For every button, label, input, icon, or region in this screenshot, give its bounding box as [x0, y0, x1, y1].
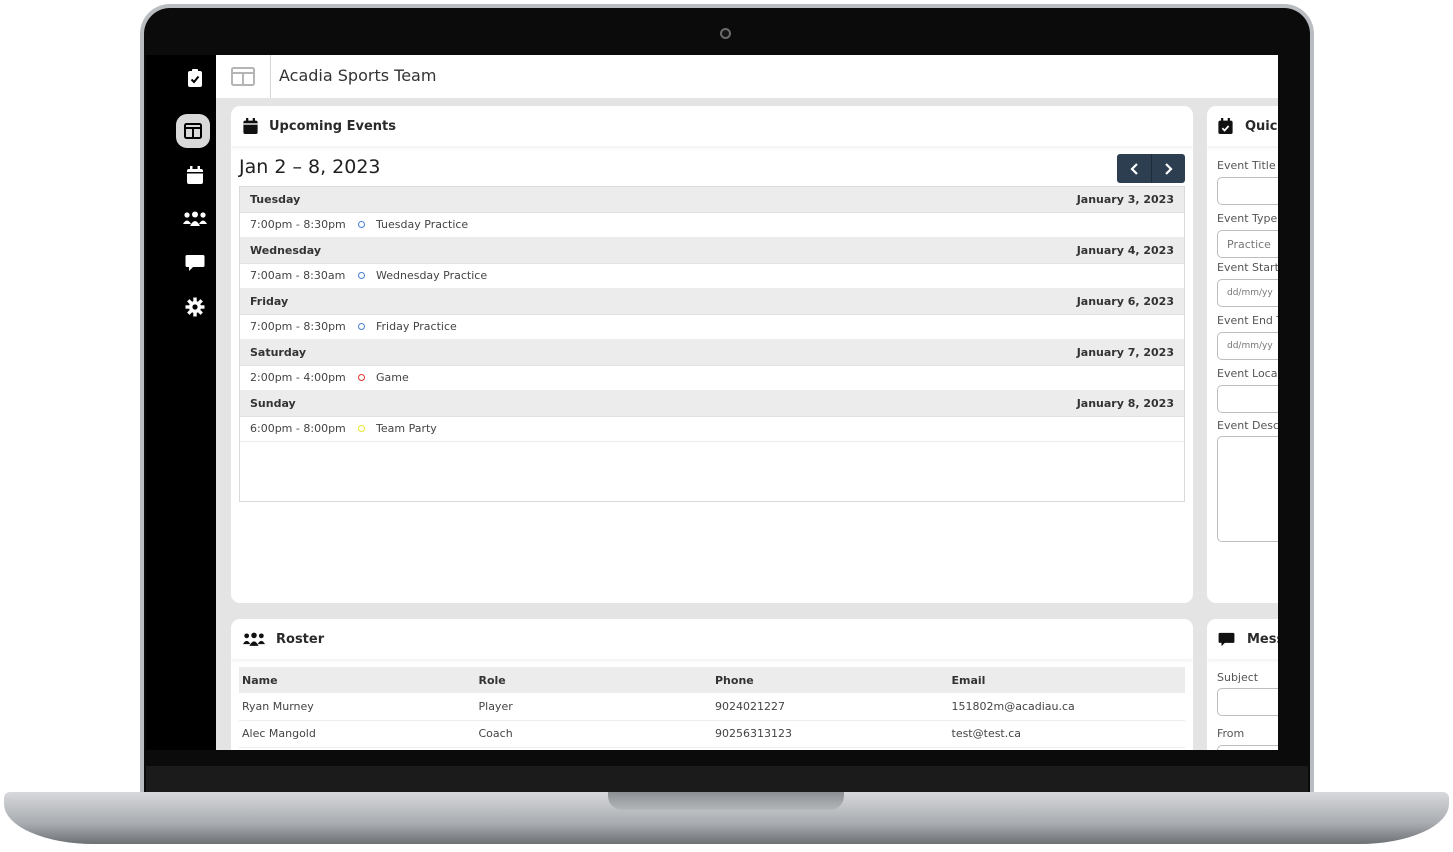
layout-icon — [231, 67, 255, 86]
event-row[interactable]: 7:00pm - 8:30pm Tuesday Practice — [240, 212, 1184, 238]
prev-week-button[interactable] — [1117, 154, 1151, 183]
team-icon[interactable] — [180, 204, 210, 234]
card-title: Mess — [1247, 631, 1278, 647]
event-location-label: Event Loca — [1217, 367, 1278, 380]
column-header: Role — [475, 667, 712, 693]
table-header-row: Name Role Phone Email — [239, 667, 1185, 693]
column-header: Name — [239, 667, 476, 693]
event-row[interactable]: 2:00pm - 4:00pm Game — [240, 365, 1184, 391]
event-location-input[interactable] — [1217, 385, 1278, 413]
roster-table: Name Role Phone Email Ryan Murney Player… — [239, 667, 1185, 748]
day-header: Wednesday January 4, 2023 — [240, 238, 1184, 264]
sidebar-toggle-button[interactable] — [216, 55, 271, 98]
column-header: Email — [948, 667, 1185, 693]
card-title: Upcoming Events — [269, 118, 396, 134]
from-label: From — [1217, 727, 1245, 740]
roster-card: Roster Name Role Phone Email Ryan Murney… — [231, 619, 1193, 750]
card-header: Quicl — [1207, 106, 1278, 146]
calendar-icon — [243, 118, 258, 134]
event-row[interactable]: 7:00am - 8:30am Wednesday Practice — [240, 263, 1184, 289]
event-type-label: Event Type — [1217, 212, 1278, 225]
chevron-right-icon — [1165, 162, 1173, 175]
event-title-input[interactable] — [1217, 177, 1278, 205]
day-header: Friday January 6, 2023 — [240, 289, 1184, 315]
table-row[interactable]: Ryan Murney Player 9024021227 151802m@ac… — [239, 693, 1185, 721]
card-title: Roster — [276, 631, 325, 647]
quick-add-card: Quicl Event Title Event Type Practice Ev… — [1207, 106, 1278, 603]
event-start-input[interactable]: dd/mm/yy — [1217, 279, 1278, 307]
webcam-icon — [720, 28, 731, 39]
messages-card: Mess Subject From — [1207, 619, 1278, 750]
event-row[interactable]: 7:00pm - 8:30pm Friday Practice — [240, 314, 1184, 340]
event-type-select[interactable]: Practice — [1217, 230, 1278, 258]
event-end-input[interactable]: dd/mm/yy — [1217, 332, 1278, 360]
day-header: Tuesday January 3, 2023 — [240, 187, 1184, 213]
event-dot — [358, 221, 365, 229]
chevron-left-icon — [1129, 162, 1138, 175]
chat-icon[interactable] — [180, 248, 210, 278]
dashboard-icon[interactable] — [176, 114, 210, 148]
date-range: Jan 2 – 8, 2023 — [239, 156, 381, 178]
card-header: Upcoming Events — [231, 106, 1193, 146]
from-input[interactable] — [1217, 745, 1278, 750]
event-dot — [358, 374, 365, 382]
subject-label: Subject — [1217, 671, 1259, 684]
sidebar — [146, 55, 216, 750]
top-bar: Acadia Sports Team — [216, 55, 1278, 98]
card-header: Mess — [1207, 619, 1278, 659]
day-header: Saturday January 7, 2023 — [240, 340, 1184, 366]
event-row[interactable]: 6:00pm - 8:00pm Team Party — [240, 416, 1184, 442]
card-title: Quicl — [1245, 118, 1278, 134]
table-row[interactable]: Alec Mangold Coach 90256313123 test@test… — [239, 720, 1185, 748]
week-navigation — [1117, 154, 1185, 183]
day-header: Sunday January 8, 2023 — [240, 391, 1184, 417]
event-dot — [358, 425, 365, 433]
subject-input[interactable] — [1217, 688, 1278, 716]
clipboard-check-icon[interactable] — [180, 63, 210, 93]
page-title: Acadia Sports Team — [279, 66, 437, 85]
calendar-check-icon — [1218, 118, 1233, 134]
upcoming-events-card: Upcoming Events Jan 2 – 8, 2023 Tuesday J… — [231, 106, 1193, 603]
card-header: Roster — [231, 619, 1193, 659]
team-icon — [243, 632, 265, 646]
chat-icon — [1218, 632, 1235, 646]
laptop-chin — [146, 766, 1308, 794]
gear-icon[interactable] — [180, 292, 210, 322]
event-title-label: Event Title — [1217, 159, 1276, 172]
event-description-textarea[interactable] — [1217, 436, 1278, 542]
event-start-label: Event Start — [1217, 261, 1278, 274]
event-description-label: Event Desc — [1217, 419, 1278, 432]
event-list: Tuesday January 3, 2023 7:00pm - 8:30pm Tu… — [239, 186, 1185, 502]
app-screen: Acadia Sports Team Upcoming Events Jan 2… — [146, 55, 1278, 750]
event-dot — [358, 323, 365, 331]
event-dot — [358, 272, 365, 280]
calendar-icon[interactable] — [180, 160, 210, 190]
next-week-button[interactable] — [1151, 154, 1185, 183]
event-end-label: Event End T — [1217, 314, 1278, 327]
column-header: Phone — [712, 667, 949, 693]
laptop-notch — [608, 792, 844, 810]
